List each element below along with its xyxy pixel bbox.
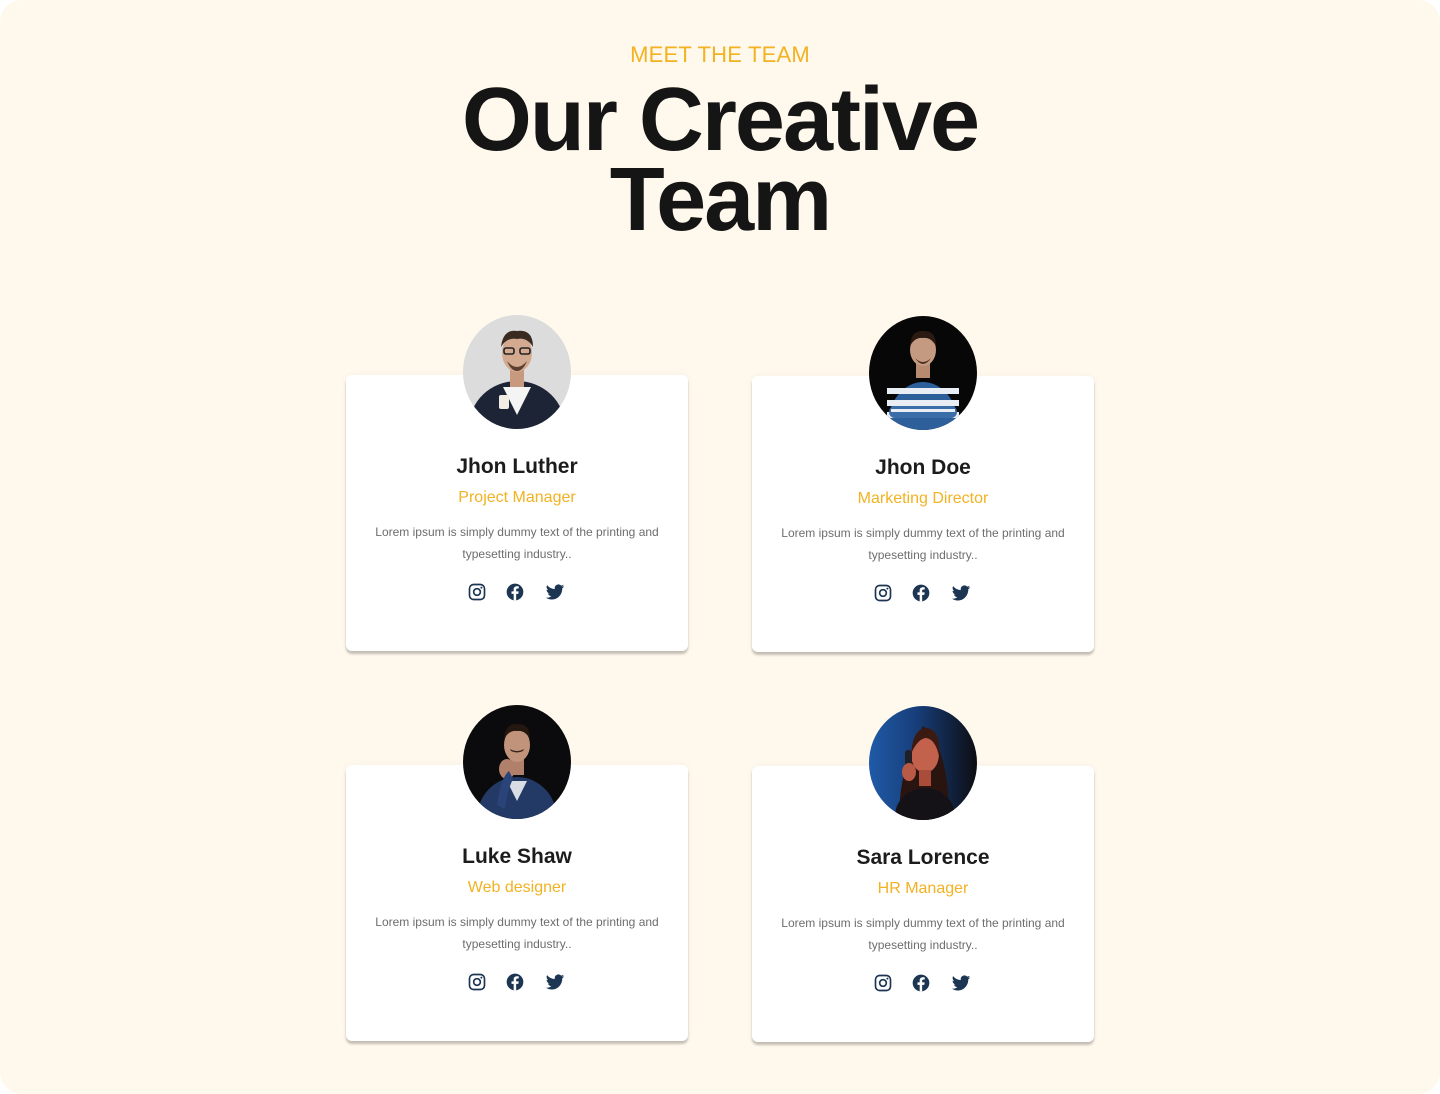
section-title-line-2: Team: [609, 150, 832, 250]
team-member-photo: [463, 705, 571, 819]
team-member-name: Luke Shaw: [462, 845, 572, 868]
section-title: Our Creative Team: [0, 75, 1440, 245]
team-member-description: Lorem ipsum is simply dummy text of the …: [375, 525, 659, 561]
team-member-description: Lorem ipsum is simply dummy text of the …: [375, 915, 659, 951]
team-member-photo: [463, 315, 571, 429]
team-member-role: HR Manager: [877, 880, 969, 897]
team-member-role: Project Manager: [458, 489, 576, 506]
instagram-icon[interactable]: [873, 583, 893, 603]
team-member-role: Marketing Director: [857, 490, 989, 507]
instagram-icon[interactable]: [467, 582, 487, 602]
twitter-icon[interactable]: [545, 972, 565, 992]
team-card: Sara Lorence HR Manager Lorem ipsum is s…: [752, 706, 1094, 1042]
team-member-name: Jhon Luther: [456, 455, 578, 478]
facebook-icon[interactable]: [505, 972, 525, 992]
social-links: [346, 582, 688, 604]
team-member-name: Jhon Doe: [875, 456, 971, 479]
team-card: Jhon Luther Project Manager Lorem ipsum …: [346, 315, 688, 651]
instagram-icon[interactable]: [873, 973, 893, 993]
twitter-icon[interactable]: [951, 973, 971, 993]
team-member-photo: [869, 316, 977, 430]
team-member-name: Sara Lorence: [856, 846, 990, 869]
team-card: Luke Shaw Web designer Lorem ipsum is si…: [346, 705, 688, 1041]
team-member-description: Lorem ipsum is simply dummy text of the …: [781, 916, 1065, 952]
social-links: [346, 972, 688, 994]
social-links: [752, 973, 1094, 995]
team-section: MEET THE TEAM Our Creative Team Jhon Lut…: [0, 0, 1440, 1094]
twitter-icon[interactable]: [545, 582, 565, 602]
facebook-icon[interactable]: [911, 583, 931, 603]
facebook-icon[interactable]: [911, 973, 931, 993]
team-member-description: Lorem ipsum is simply dummy text of the …: [781, 526, 1065, 562]
social-links: [752, 583, 1094, 605]
team-member-role: Web designer: [467, 879, 567, 896]
facebook-icon[interactable]: [505, 582, 525, 602]
team-member-photo: [869, 706, 977, 820]
team-card: Jhon Doe Marketing Director Lorem ipsum …: [752, 316, 1094, 652]
twitter-icon[interactable]: [951, 583, 971, 603]
section-eyebrow: MEET THE TEAM: [630, 42, 810, 67]
instagram-icon[interactable]: [467, 972, 487, 992]
